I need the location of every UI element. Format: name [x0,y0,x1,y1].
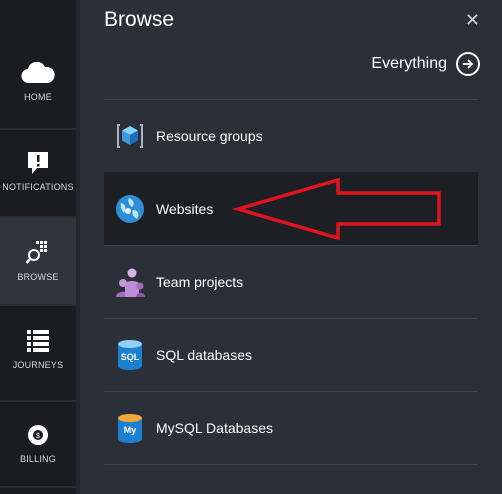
nav-item-billing[interactable]: $ BILLING [0,402,76,488]
resource-group-icon [114,120,146,152]
list-item-mysql-databases[interactable]: My MySQL Databases [104,391,478,464]
list-item-label: SQL databases [156,347,252,363]
nav-item-notifications[interactable]: NOTIFICATIONS [0,130,76,218]
mysql-database-icon: My [114,412,146,444]
websites-icon [114,193,146,225]
billing-icon: $ [26,422,50,448]
nav-item-browse[interactable]: BROWSE [0,218,76,306]
nav-label-browse: BROWSE [17,272,59,282]
nav-item-home[interactable]: HOME [0,40,76,130]
team-projects-icon [114,266,146,298]
list-item-label: Websites [156,201,214,217]
list-item-team-projects[interactable]: Team projects [104,245,478,318]
list-item-label: Team projects [156,274,244,290]
nav-label-journeys: JOURNEYS [12,360,64,370]
list-bottom-divider [104,464,478,465]
browse-panel: Browse ✕ Everything Resource groups Webs… [80,0,502,494]
left-nav: HOME NOTIFICATIONS BROWSE JOURNEYS $ BIL… [0,0,76,494]
everything-link[interactable]: Everything [371,52,480,76]
close-icon[interactable]: ✕ [465,10,480,31]
sql-icon-text: SQL [121,352,140,362]
cloud-icon [21,60,55,86]
nav-label-notifications: NOTIFICATIONS [2,182,74,192]
browse-list: Resource groups Websites Team projects S… [104,99,478,465]
browse-icon [26,240,50,266]
list-item-resource-groups[interactable]: Resource groups [104,99,478,172]
list-item-label: MySQL Databases [156,420,273,436]
svg-text:$: $ [36,433,40,440]
nav-label-home: HOME [24,92,52,102]
mysql-icon-text: My [124,425,137,435]
alert-icon [27,150,49,176]
list-icon [27,328,49,354]
everything-label: Everything [371,55,447,72]
sql-database-icon: SQL [114,339,146,371]
arrow-right-circle-icon [456,52,480,76]
list-item-websites[interactable]: Websites [104,172,478,245]
panel-title: Browse [104,8,175,31]
list-item-sql-databases[interactable]: SQL SQL databases [104,318,478,391]
list-item-label: Resource groups [156,128,263,144]
nav-item-journeys[interactable]: JOURNEYS [0,306,76,402]
nav-label-billing: BILLING [20,454,56,464]
